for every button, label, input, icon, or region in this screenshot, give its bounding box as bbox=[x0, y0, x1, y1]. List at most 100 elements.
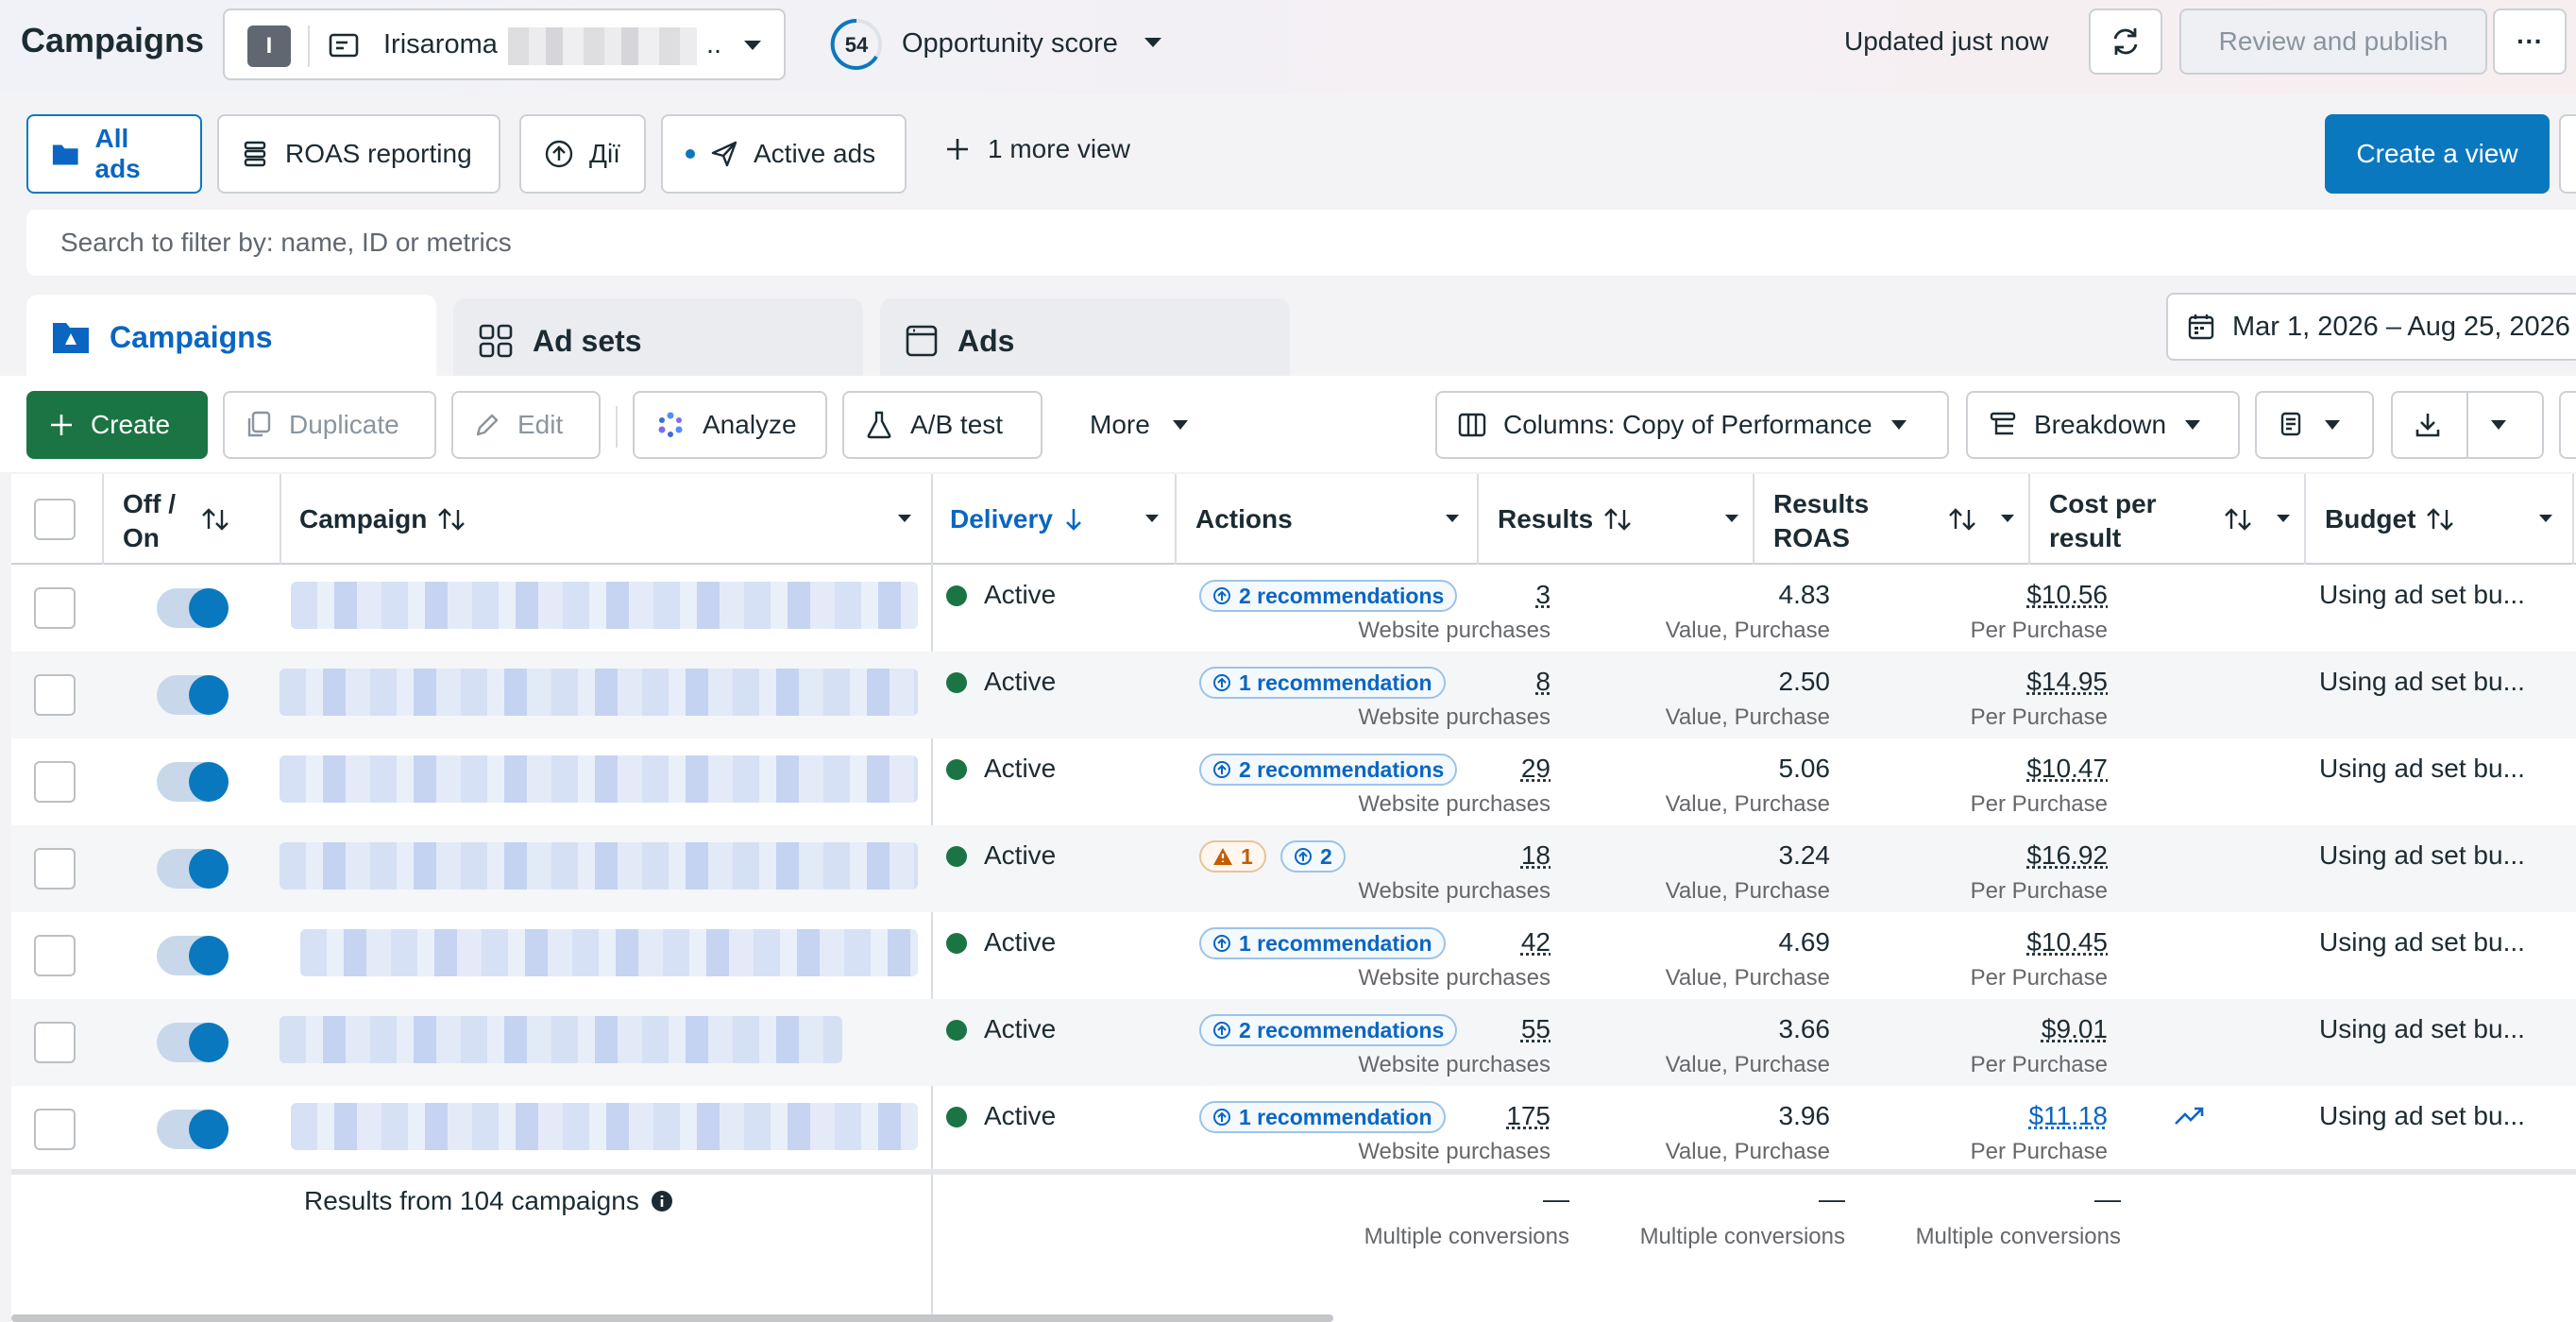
more-options-button[interactable]: ··· bbox=[2493, 8, 2567, 75]
recommendations-badge[interactable]: 2 recommendations bbox=[1199, 754, 1458, 786]
table-row[interactable]: Active 1 recommendation 42 Website purch… bbox=[11, 912, 2576, 999]
create-view-button[interactable]: Create a view bbox=[2325, 114, 2550, 194]
tab-ad-sets[interactable]: Ad sets bbox=[453, 298, 863, 383]
recommendations-badge[interactable]: 2 recommendations bbox=[1199, 580, 1458, 612]
view-tab-active-ads[interactable]: Active ads bbox=[661, 114, 907, 194]
opportunity-score-label[interactable]: Opportunity score bbox=[902, 28, 1118, 59]
column-menu-icon[interactable] bbox=[2276, 514, 2291, 523]
results-value[interactable]: 18 bbox=[1521, 840, 1551, 871]
header-results[interactable]: Results bbox=[1498, 504, 1633, 534]
campaign-toggle[interactable] bbox=[157, 588, 229, 628]
header-cost-per-result[interactable]: Cost per result bbox=[2049, 487, 2157, 555]
tab-ads[interactable]: Ads bbox=[880, 298, 1290, 383]
results-value[interactable]: 175 bbox=[1506, 1101, 1551, 1131]
toolbar-overflow-button[interactable] bbox=[2559, 391, 2576, 459]
column-menu-icon[interactable] bbox=[1144, 514, 1160, 523]
results-value[interactable]: 8 bbox=[1535, 667, 1551, 697]
export-menu-button[interactable] bbox=[2466, 391, 2544, 459]
table-row[interactable]: Active 1 recommendation 8 Website purcha… bbox=[11, 652, 2576, 738]
columns-button[interactable]: Columns: Copy of Performance bbox=[1435, 391, 1949, 459]
campaign-toggle[interactable] bbox=[157, 936, 229, 975]
recommendations-badge[interactable]: 2 bbox=[1280, 840, 1346, 873]
campaign-name-redacted[interactable] bbox=[291, 1103, 918, 1150]
views-overflow-button[interactable] bbox=[2559, 114, 2576, 194]
campaign-name-redacted[interactable] bbox=[280, 669, 918, 716]
header-actions[interactable]: Actions bbox=[1195, 504, 1293, 534]
campaign-name-redacted[interactable] bbox=[300, 929, 918, 976]
table-row[interactable]: Active 1 recommendation 175 Website purc… bbox=[11, 1086, 2576, 1173]
row-checkbox[interactable] bbox=[34, 1109, 76, 1150]
campaign-name-redacted[interactable] bbox=[291, 582, 918, 629]
header-campaign[interactable]: Campaign bbox=[299, 504, 466, 534]
cost-value[interactable]: $16.92 bbox=[2026, 840, 2108, 871]
row-checkbox[interactable] bbox=[34, 848, 76, 890]
campaign-toggle[interactable] bbox=[157, 849, 229, 889]
sort-icon[interactable] bbox=[200, 506, 230, 533]
analyze-button[interactable]: Analyze bbox=[633, 391, 827, 459]
row-checkbox[interactable] bbox=[34, 674, 76, 716]
breakdown-button[interactable]: Breakdown bbox=[1966, 391, 2240, 459]
campaign-name-redacted[interactable] bbox=[280, 755, 918, 803]
row-checkbox[interactable] bbox=[34, 761, 76, 803]
header-delivery[interactable]: Delivery bbox=[950, 504, 1083, 534]
date-range-picker[interactable]: Mar 1, 2026 – Aug 25, 2026 bbox=[2166, 293, 2576, 361]
campaign-name-redacted[interactable] bbox=[280, 1016, 842, 1063]
results-value[interactable]: 3 bbox=[1535, 580, 1551, 610]
recommendations-badge[interactable]: 1 recommendation bbox=[1199, 927, 1446, 959]
column-menu-icon[interactable] bbox=[897, 514, 912, 523]
cost-value[interactable]: $10.47 bbox=[2026, 754, 2108, 784]
header-off-on[interactable]: Off / On bbox=[123, 487, 176, 555]
results-value[interactable]: 55 bbox=[1521, 1014, 1551, 1044]
table-row[interactable]: Active 1 2 18 Website purchases 3.24 Val… bbox=[11, 825, 2576, 912]
column-menu-icon[interactable] bbox=[1445, 514, 1460, 523]
cost-value[interactable]: $10.56 bbox=[2026, 580, 2108, 610]
warnings-badge[interactable]: 1 bbox=[1199, 840, 1266, 873]
row-checkbox[interactable] bbox=[34, 587, 76, 629]
results-value[interactable]: 29 bbox=[1521, 754, 1551, 784]
campaign-toggle[interactable] bbox=[157, 1023, 229, 1062]
more-actions-button[interactable]: More bbox=[1090, 410, 1190, 440]
sort-icon[interactable] bbox=[2223, 506, 2253, 533]
view-tab-roas-reporting[interactable]: ROAS reporting bbox=[217, 114, 500, 194]
ab-test-button[interactable]: A/B test bbox=[842, 391, 1042, 459]
recommendations-badge[interactable]: 2 recommendations bbox=[1199, 1014, 1458, 1046]
create-button[interactable]: Create bbox=[26, 391, 208, 459]
column-menu-icon[interactable] bbox=[1724, 514, 1739, 523]
campaign-toggle[interactable] bbox=[157, 762, 229, 802]
recommendations-badge[interactable]: 1 recommendation bbox=[1199, 1101, 1446, 1133]
view-tab-all-ads[interactable]: All ads bbox=[26, 114, 202, 194]
campaign-toggle[interactable] bbox=[157, 675, 229, 715]
cost-value[interactable]: $14.95 bbox=[2026, 667, 2108, 697]
review-publish-button[interactable]: Review and publish bbox=[2179, 8, 2487, 75]
table-row[interactable]: Active 2 recommendations 29 Website purc… bbox=[11, 738, 2576, 825]
select-all-checkbox[interactable] bbox=[34, 499, 76, 540]
table-row[interactable]: Active 2 recommendations 55 Website purc… bbox=[11, 999, 2576, 1086]
cost-value[interactable]: $11.18 bbox=[2028, 1101, 2108, 1131]
campaign-toggle[interactable] bbox=[157, 1110, 229, 1149]
results-value[interactable]: 42 bbox=[1521, 927, 1551, 958]
duplicate-button[interactable]: Duplicate bbox=[223, 391, 436, 459]
column-menu-icon[interactable] bbox=[2000, 514, 2015, 523]
header-budget[interactable]: Budget bbox=[2325, 504, 2455, 534]
row-checkbox[interactable] bbox=[34, 935, 76, 976]
campaign-name-redacted[interactable] bbox=[280, 842, 918, 890]
info-icon[interactable] bbox=[651, 1190, 673, 1212]
chevron-down-icon[interactable] bbox=[1143, 36, 1163, 49]
search-input[interactable] bbox=[59, 227, 1573, 259]
row-checkbox[interactable] bbox=[34, 1022, 76, 1063]
view-tab-dii[interactable]: Дії bbox=[519, 114, 646, 194]
cost-value[interactable]: $10.45 bbox=[2026, 927, 2108, 958]
refresh-button[interactable] bbox=[2089, 8, 2162, 75]
edit-button[interactable]: Edit bbox=[451, 391, 601, 459]
opportunity-score-ring[interactable]: 54 bbox=[829, 17, 884, 72]
export-button[interactable] bbox=[2391, 391, 2468, 459]
reports-button[interactable] bbox=[2255, 391, 2374, 459]
sort-icon[interactable] bbox=[1947, 506, 1977, 533]
account-selector[interactable]: I Irisaroma .. bbox=[223, 8, 786, 80]
horizontal-scrollbar[interactable] bbox=[11, 1314, 1333, 1322]
header-results-roas[interactable]: Results ROAS bbox=[1773, 487, 1869, 555]
cost-value[interactable]: $9.01 bbox=[2042, 1014, 2108, 1044]
more-views-button[interactable]: 1 more view bbox=[944, 134, 1130, 164]
column-menu-icon[interactable] bbox=[2538, 514, 2553, 523]
tab-campaigns[interactable]: Campaigns bbox=[26, 295, 436, 380]
